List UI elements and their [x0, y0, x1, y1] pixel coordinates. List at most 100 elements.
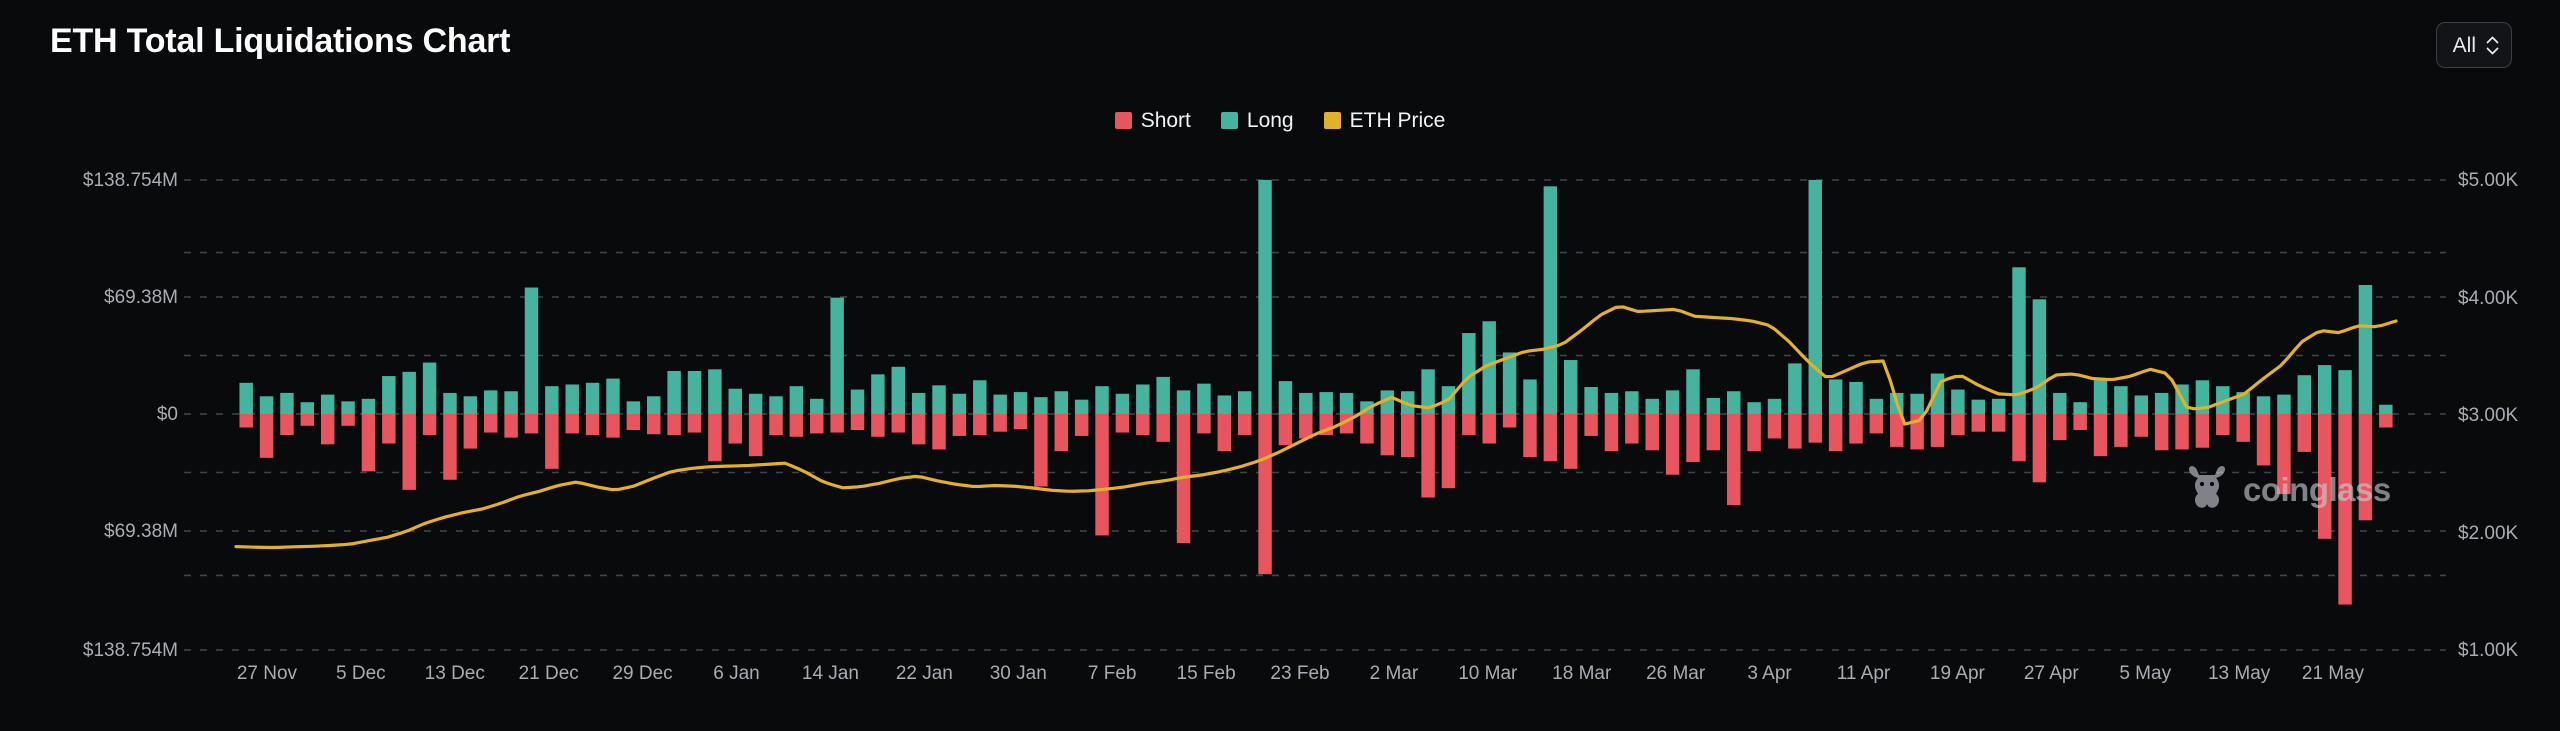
bar-long[interactable]	[1747, 402, 1761, 414]
bar-long[interactable]	[2317, 365, 2332, 414]
bar-short[interactable]	[382, 414, 396, 444]
bar-long[interactable]	[565, 384, 579, 414]
bar-short[interactable]	[2338, 414, 2352, 605]
bar-short[interactable]	[1808, 414, 1822, 443]
bar-long[interactable]	[2256, 396, 2271, 414]
bar-short[interactable]	[830, 414, 844, 433]
bar-long[interactable]	[402, 371, 416, 414]
bar-long[interactable]	[1727, 391, 1741, 414]
bar-short[interactable]	[2032, 414, 2047, 483]
bar-long[interactable]	[585, 382, 600, 414]
bar-long[interactable]	[1074, 399, 1089, 414]
bar-long[interactable]	[2297, 375, 2312, 414]
bar-short[interactable]	[728, 414, 742, 444]
bar-long[interactable]	[1502, 352, 1517, 414]
bar-short[interactable]	[748, 414, 763, 457]
bar-short[interactable]	[891, 414, 905, 433]
bar-short[interactable]	[1074, 414, 1089, 436]
bar-long[interactable]	[443, 392, 457, 414]
bar-long[interactable]	[810, 398, 824, 414]
bar-short[interactable]	[341, 414, 355, 426]
bar-short[interactable]	[545, 414, 559, 469]
bar-long[interactable]	[1543, 186, 1558, 414]
bar-short[interactable]	[1360, 414, 1374, 444]
bar-short[interactable]	[1136, 414, 1150, 436]
bar-long[interactable]	[1869, 398, 1884, 414]
bar-long[interactable]	[361, 398, 376, 414]
bar-long[interactable]	[463, 396, 478, 414]
bar-long[interactable]	[1563, 360, 1578, 414]
bar-short[interactable]	[1013, 414, 1028, 430]
bar-short[interactable]	[1197, 414, 1211, 434]
bar-long[interactable]	[1217, 395, 1232, 414]
bar-short[interactable]	[687, 414, 702, 433]
bar-short[interactable]	[2317, 414, 2332, 539]
bar-long[interactable]	[830, 297, 844, 414]
bar-short[interactable]	[239, 414, 253, 428]
bar-short[interactable]	[1502, 414, 1517, 428]
bar-long[interactable]	[606, 378, 620, 414]
bar-long[interactable]	[280, 392, 294, 414]
bar-long[interactable]	[2032, 299, 2047, 414]
bar-long[interactable]	[789, 386, 804, 414]
bar-short[interactable]	[850, 414, 865, 431]
bar-short[interactable]	[647, 414, 661, 435]
bar-short[interactable]	[2256, 414, 2271, 466]
bar-long[interactable]	[1197, 383, 1211, 414]
bar-long[interactable]	[850, 389, 865, 414]
bar-long[interactable]	[320, 394, 335, 414]
bar-short[interactable]	[1115, 414, 1130, 433]
bar-short[interactable]	[504, 414, 518, 438]
bar-short[interactable]	[1441, 414, 1456, 489]
bar-long[interactable]	[1176, 390, 1191, 414]
bar-short[interactable]	[443, 414, 457, 480]
bar-short[interactable]	[1930, 414, 1945, 447]
bar-long[interactable]	[1115, 393, 1130, 414]
bar-short[interactable]	[2236, 414, 2250, 442]
bar-long[interactable]	[545, 386, 559, 414]
bar-short[interactable]	[565, 414, 579, 434]
bar-long[interactable]	[1584, 387, 1598, 414]
bar-long[interactable]	[1013, 392, 1028, 414]
bar-short[interactable]	[2277, 414, 2291, 495]
bar-short[interactable]	[606, 414, 620, 438]
bar-long[interactable]	[2093, 380, 2108, 414]
bar-long[interactable]	[1339, 392, 1354, 414]
bar-long[interactable]	[993, 394, 1007, 414]
bar-long[interactable]	[626, 401, 641, 414]
bar-long[interactable]	[667, 371, 681, 414]
bar-short[interactable]	[361, 414, 376, 472]
bar-short[interactable]	[2195, 414, 2210, 448]
bar-long[interactable]	[2154, 392, 2169, 414]
bar-short[interactable]	[1584, 414, 1598, 436]
bar-short[interactable]	[402, 414, 416, 490]
bar-short[interactable]	[810, 414, 824, 434]
bar-long[interactable]	[911, 392, 926, 414]
bar-short[interactable]	[2093, 414, 2108, 457]
bar-short[interactable]	[2154, 414, 2169, 451]
bar-short[interactable]	[1421, 414, 1435, 498]
bar-long[interactable]	[259, 396, 274, 414]
bar-long[interactable]	[1686, 369, 1700, 414]
bar-short[interactable]	[952, 414, 967, 436]
bar-short[interactable]	[2297, 414, 2312, 452]
bar-short[interactable]	[667, 414, 681, 436]
bar-long[interactable]	[2073, 402, 2087, 414]
bar-short[interactable]	[1849, 414, 1863, 444]
bar-long[interactable]	[2277, 394, 2291, 414]
bar-short[interactable]	[1604, 414, 1619, 452]
bar-short[interactable]	[2379, 414, 2393, 428]
bar-short[interactable]	[1665, 414, 1680, 475]
bar-short[interactable]	[1767, 414, 1782, 439]
bar-long[interactable]	[1258, 179, 1272, 414]
bar-short[interactable]	[1625, 414, 1639, 444]
bar-long[interactable]	[2134, 395, 2149, 414]
bar-short[interactable]	[993, 414, 1007, 432]
bar-long[interactable]	[1278, 381, 1293, 414]
bar-long[interactable]	[1849, 381, 1863, 414]
bar-long[interactable]	[2338, 370, 2352, 414]
bar-short[interactable]	[1380, 414, 1395, 456]
bar-long[interactable]	[1095, 386, 1109, 414]
bar-long[interactable]	[687, 371, 702, 414]
bar-long[interactable]	[504, 391, 518, 414]
